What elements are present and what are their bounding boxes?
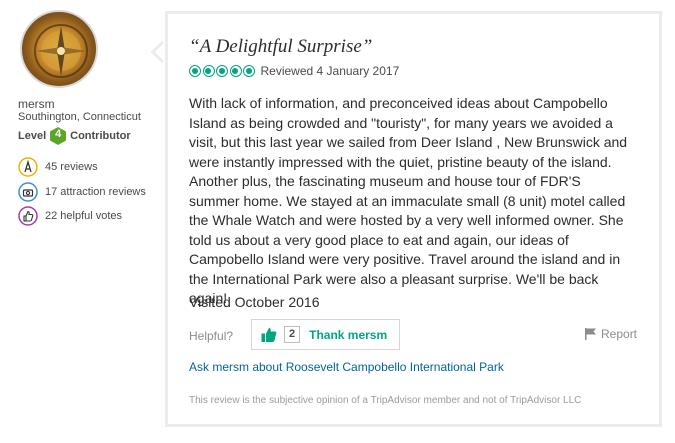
- compass-icon: [34, 24, 88, 78]
- thank-label: Thank mersm: [309, 327, 388, 342]
- quill-pen-icon: [18, 157, 38, 177]
- attraction-icon: [18, 182, 38, 202]
- review-date: Reviewed 4 January 2017: [260, 64, 400, 78]
- stat-helpful-votes-text: 22 helpful votes: [45, 210, 123, 222]
- review-title[interactable]: “A Delightful Surprise”: [189, 36, 372, 58]
- rating-bubble-icon: [243, 65, 255, 77]
- thumbs-up-icon: [261, 327, 277, 342]
- stat-attraction-reviews[interactable]: 17 attraction reviews: [18, 182, 146, 202]
- stat-attraction-reviews-text: 17 attraction reviews: [45, 186, 146, 198]
- flag-icon: [585, 328, 596, 340]
- member-level: Level 4 Contributor: [18, 127, 131, 145]
- stat-reviews-text: 45 reviews: [45, 161, 98, 173]
- helpful-label: Helpful?: [189, 329, 234, 343]
- member-username[interactable]: mersm: [18, 97, 55, 111]
- review-body: With lack of information, and preconceiv…: [189, 95, 628, 306]
- thank-count: 2: [284, 326, 301, 343]
- avatar[interactable]: [20, 10, 98, 88]
- thumbs-up-icon: [18, 206, 38, 226]
- stat-helpful-votes[interactable]: 22 helpful votes: [18, 206, 122, 226]
- thank-button[interactable]: 2 Thank mersm: [251, 319, 400, 350]
- review-rating: Reviewed 4 January 2017: [189, 64, 399, 78]
- member-hometown: Southington, Connecticut: [18, 111, 141, 123]
- level-number: 4: [55, 128, 62, 140]
- visit-date: Visited October 2016: [189, 294, 320, 310]
- report-button[interactable]: Report: [585, 327, 637, 341]
- rating-bubble-icon: [216, 65, 228, 77]
- stat-reviews[interactable]: 45 reviews: [18, 157, 98, 177]
- report-label: Report: [601, 327, 638, 341]
- ask-member-link[interactable]: Ask mersm about Roosevelt Campobello Int…: [189, 360, 504, 374]
- review-card: “A Delightful Surprise” Reviewed 4 Janua…: [165, 11, 662, 427]
- review-disclaimer: This review is the subjective opinion of…: [189, 395, 582, 406]
- rating-bubble-icon: [229, 65, 242, 77]
- level-suffix: Contributor: [70, 130, 131, 142]
- rating-bubble-icon: [189, 65, 201, 77]
- level-badge-icon: 4: [50, 127, 67, 145]
- rating-bubble-icon: [202, 65, 215, 77]
- level-prefix: Level: [18, 130, 47, 142]
